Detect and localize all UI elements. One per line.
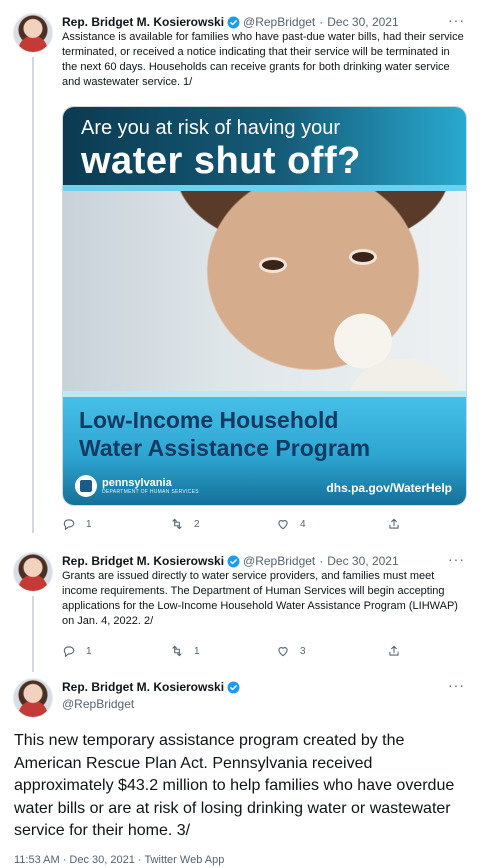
tweet-1[interactable]: Rep. Bridget M. Kosierowski @RepBridget … xyxy=(0,13,483,543)
retweet-icon xyxy=(172,645,182,657)
logo-subtitle: DEPARTMENT OF HUMAN SERVICES xyxy=(102,488,199,495)
tweet-text: This new temporary assistance program cr… xyxy=(14,732,455,839)
tweet-3-focused[interactable]: Rep. Bridget M. Kosierowski @RepBridget … xyxy=(0,678,483,868)
retweet-count: 2 xyxy=(194,518,200,530)
like-button[interactable]: 4 xyxy=(276,517,306,531)
tweet-text: Grants are issued directly to water serv… xyxy=(62,570,458,627)
reply-icon xyxy=(63,519,75,531)
like-button[interactable]: 3 xyxy=(276,644,306,658)
retweet-count: 1 xyxy=(194,645,200,657)
author-handle[interactable]: @RepBridget xyxy=(243,13,315,31)
like-count: 4 xyxy=(300,518,306,530)
verified-badge-icon xyxy=(227,681,240,693)
reply-button[interactable]: 1 xyxy=(62,517,92,531)
media-headline-line2: water shut off? xyxy=(81,140,361,182)
verified-badge-icon xyxy=(227,555,240,567)
share-button[interactable] xyxy=(387,517,401,531)
media-headline-line1: Are you at risk of having your xyxy=(81,117,341,139)
reply-count: 1 xyxy=(86,518,92,530)
reply-button[interactable]: 1 xyxy=(62,644,92,658)
separator-dot: · xyxy=(319,15,324,29)
like-icon xyxy=(278,520,288,530)
share-button[interactable] xyxy=(387,644,401,658)
author-name[interactable]: Rep. Bridget M. Kosierowski xyxy=(62,552,224,570)
avatar[interactable] xyxy=(13,13,53,53)
tweet-date[interactable]: Dec 30, 2021 xyxy=(327,13,398,31)
tweet-header: Rep. Bridget M. Kosierowski @RepBridget … xyxy=(62,13,399,31)
share-icon xyxy=(389,518,399,529)
more-icon[interactable]: ··· xyxy=(448,13,465,27)
tweet-media-image[interactable]: Are you at risk of having your water shu… xyxy=(62,106,467,506)
more-icon[interactable]: ··· xyxy=(448,678,465,692)
logo-name: pennsylvania xyxy=(102,476,172,489)
author-handle[interactable]: @RepBridget xyxy=(243,552,315,570)
avatar[interactable] xyxy=(13,678,53,718)
media-url: dhs.pa.gov/WaterHelp xyxy=(326,481,452,495)
like-count: 3 xyxy=(300,645,306,657)
program-name-line1: Low-Income Household xyxy=(79,407,339,433)
program-name-line2: Water Assistance Program xyxy=(79,435,371,461)
like-icon xyxy=(278,647,288,657)
tweet-meta[interactable]: 11:53 AM · Dec 30, 2021 · Twitter Web Ap… xyxy=(14,854,224,866)
baby-eye-right xyxy=(349,249,377,265)
tweet-text: Assistance is available for families who… xyxy=(62,31,464,88)
tweet-header: Rep. Bridget M. Kosierowski xyxy=(62,678,243,696)
more-icon[interactable]: ··· xyxy=(448,552,465,566)
reply-count: 1 xyxy=(86,645,92,657)
retweet-icon xyxy=(172,518,182,530)
author-name[interactable]: Rep. Bridget M. Kosierowski xyxy=(62,678,224,696)
tweet-date[interactable]: Dec 30, 2021 xyxy=(327,552,398,570)
separator-dot: · xyxy=(319,554,324,568)
baby-photo xyxy=(63,191,466,391)
baby-eye-left xyxy=(259,257,287,273)
tweet-actions: 1 1 3 xyxy=(62,644,402,660)
verified-badge-icon xyxy=(227,16,240,28)
retweet-button[interactable]: 1 xyxy=(170,644,200,658)
thread-line xyxy=(32,596,34,672)
pennsylvania-dhs-logo: pennsylvania DEPARTMENT OF HUMAN SERVICE… xyxy=(75,475,199,497)
retweet-button[interactable]: 2 xyxy=(170,517,200,531)
media-headline-banner: Are you at risk of having your water shu… xyxy=(63,107,466,191)
author-handle[interactable]: @RepBridget xyxy=(62,696,134,712)
avatar[interactable] xyxy=(13,552,53,592)
share-icon xyxy=(389,645,399,656)
author-name[interactable]: Rep. Bridget M. Kosierowski xyxy=(62,13,224,31)
tweet-header: Rep. Bridget M. Kosierowski @RepBridget … xyxy=(62,552,399,570)
reply-icon xyxy=(63,646,75,658)
tweet-2[interactable]: Rep. Bridget M. Kosierowski @RepBridget … xyxy=(0,552,483,672)
media-program-banner: Low-Income Household Water Assistance Pr… xyxy=(63,391,466,505)
keystone-icon xyxy=(75,475,97,497)
thread-line xyxy=(32,57,34,533)
tweet-actions: 1 2 4 xyxy=(62,517,402,533)
